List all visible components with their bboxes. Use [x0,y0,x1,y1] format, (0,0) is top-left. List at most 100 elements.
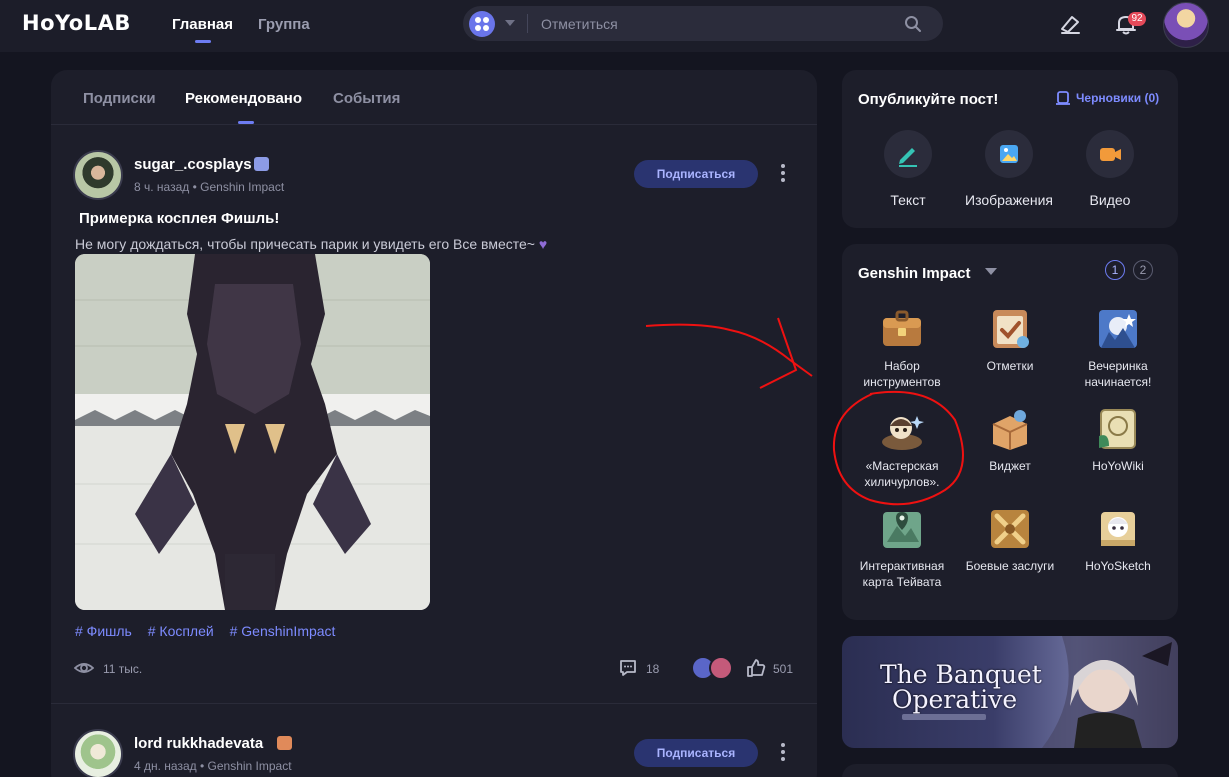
pen-icon [884,130,932,178]
creator-badge-icon [277,736,292,750]
tool-label: Вечеринка начинается! [1084,359,1152,389]
publish-video-label: Видео [1089,192,1131,208]
comment-count: 18 [646,662,660,676]
follow-button[interactable]: Подписаться [634,160,758,188]
like-icon[interactable] [746,658,766,678]
tool-check-in[interactable]: Отметки [956,306,1064,374]
tool-hoyosketch[interactable]: HoYoSketch [1064,506,1172,574]
search-input[interactable] [541,10,881,37]
tools-page-1[interactable]: 1 [1105,260,1125,280]
cosplay-photo [75,254,430,610]
tool-label: HoYoSketch [1085,559,1151,573]
publish-text-label: Текст [890,192,926,208]
tool-toolbox[interactable]: Набор инструментов [848,306,956,390]
banner-title-line2: Operative [892,685,1018,714]
post-text-body: Не могу дождаться, чтобы причесать парик… [75,236,535,252]
comment-icon[interactable] [618,658,638,678]
creator-badge-icon [254,157,269,171]
create-post-icon[interactable] [1057,11,1083,37]
author-avatar[interactable] [73,150,123,200]
post-text: Не могу дождаться, чтобы причесать парик… [75,236,547,252]
hoyolab-logo[interactable]: HoYoLAB [22,11,131,35]
post-meta: 4 дн. назад • Genshin Impact [134,759,292,773]
search-divider [527,14,528,33]
tab-subscriptions[interactable]: Подписки [83,90,156,107]
nav-group[interactable]: Группа [258,16,310,33]
post-image[interactable] [75,254,430,610]
next-sidebar-card [842,764,1178,777]
nav-home[interactable]: Главная [172,16,233,33]
reaction-emojis[interactable] [691,656,739,680]
toolbox-icon [879,306,925,352]
map-icon [879,506,925,552]
purple-heart-icon: ♥ [538,236,548,252]
banner-title: The Banquet Operative [880,662,1042,712]
author-avatar[interactable] [73,729,123,777]
game-switcher-icon[interactable] [469,11,495,37]
like-count: 501 [773,662,794,676]
search-bar [463,6,943,41]
sketch-icon [1095,506,1141,552]
tab-events[interactable]: События [333,90,400,107]
top-navigation-bar: HoYoLAB Главная Группа 92 [0,0,1229,52]
feed-tabs: Подписки Рекомендовано События [51,70,817,125]
game-selector-title[interactable]: Genshin Impact [858,265,971,282]
tool-hilichurl-workshop[interactable]: «Мастерская хиличурлов». [848,406,956,490]
tool-label: Боевые заслуги [965,559,1055,573]
banner-title-line1: The Banquet [880,660,1042,689]
tool-battle-chronicle[interactable]: Боевые заслуги [956,506,1064,574]
tag-cosplay[interactable]: # Косплей [148,623,214,639]
more-options-icon[interactable] [776,162,790,186]
more-options-icon[interactable] [776,741,790,765]
tag-genshinimpact[interactable]: # GenshinImpact [230,623,336,639]
battle-chronicle-icon [987,506,1033,552]
event-banner[interactable]: The Banquet Operative [842,636,1178,748]
publish-images-label: Изображения [965,192,1053,208]
chevron-down-icon[interactable] [985,268,997,275]
wiki-icon [1095,406,1141,452]
party-icon [1095,306,1141,352]
tool-interactive-map[interactable]: Интерактивная карта Тейвата [848,506,956,590]
tool-widget[interactable]: Виджет [956,406,1064,474]
tools-page-2[interactable]: 2 [1133,260,1153,280]
publish-title: Опубликуйте пост! [858,91,999,108]
tool-label: Набор инструментов [863,359,941,389]
widget-icon [987,406,1033,452]
tool-party[interactable]: Вечеринка начинается! [1064,306,1172,390]
user-avatar[interactable] [1163,2,1209,48]
post-title[interactable]: Примерка косплея Фишль! [79,210,279,227]
game-tools-card: Genshin Impact 1 2 Набор инструментов От… [842,244,1178,620]
post-meta: 8 ч. назад • Genshin Impact [134,180,285,194]
follow-button[interactable]: Подписаться [634,739,758,767]
publish-images-button[interactable]: Изображения [961,130,1057,208]
author-name[interactable]: lord rukkhadevata [134,735,263,752]
view-count: 11 тыс. [103,662,143,676]
post-tags: # Фишль # Косплей # GenshinImpact [75,623,347,639]
tool-label: Виджет [989,459,1031,473]
drafts-icon[interactable] [1055,90,1071,106]
tool-label: Интерактивная карта Тейвата [859,559,945,589]
nav-active-indicator [195,40,211,43]
author-name[interactable]: sugar_.cosplays [134,156,252,173]
post-card[interactable]: lord rukkhadevata 4 дн. назад • Genshin … [51,705,817,777]
eye-icon [74,663,94,673]
drafts-link[interactable]: Черновики (0) [1076,91,1159,105]
tab-recommended[interactable]: Рекомендовано [185,90,302,107]
tool-hoyowiki[interactable]: HoYoWiki [1064,406,1172,474]
feed-panel: Подписки Рекомендовано События sugar_.co… [51,70,817,777]
search-icon[interactable] [903,14,923,34]
publish-post-card: Опубликуйте пост! Черновики (0) Текст Из… [842,70,1178,228]
banner-subtitle-bar [902,714,986,720]
image-icon [985,130,1033,178]
publish-text-button[interactable]: Текст [860,130,956,208]
post-card[interactable]: sugar_.cosplays 8 ч. назад • Genshin Imp… [51,126,817,704]
tool-label: «Мастерская хиличурлов». [864,459,940,489]
tag-fischl[interactable]: # Фишль [75,623,132,639]
chevron-down-icon[interactable] [505,20,515,26]
video-icon [1086,130,1134,178]
publish-video-button[interactable]: Видео [1062,130,1158,208]
check-in-icon [987,306,1033,352]
tool-label: Отметки [986,359,1034,373]
hilichurl-workshop-icon [879,406,925,452]
tool-label: HoYoWiki [1092,459,1144,473]
